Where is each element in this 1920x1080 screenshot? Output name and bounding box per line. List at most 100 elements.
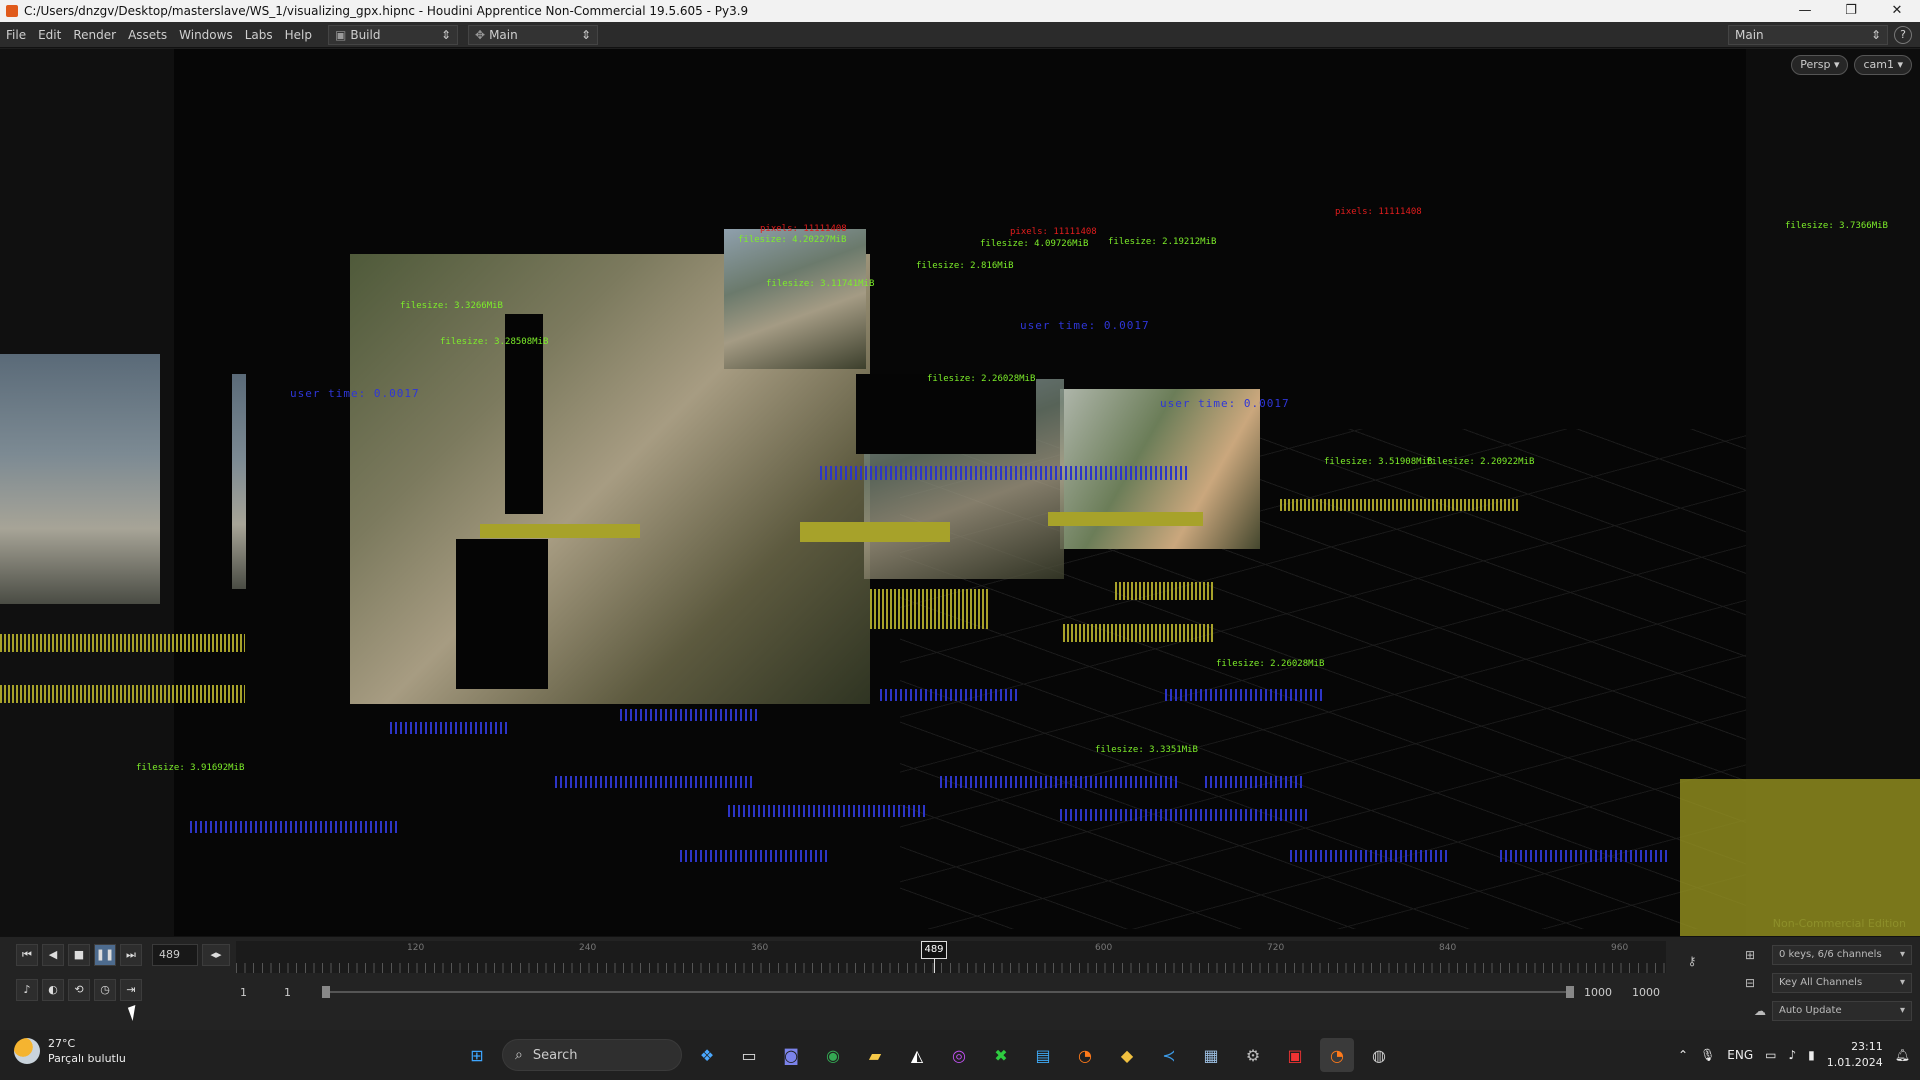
audio-icon[interactable]: ♪ — [16, 979, 38, 1001]
step-icon[interactable]: ⇥ — [120, 979, 142, 1001]
frame-range-slider[interactable] — [236, 983, 1666, 1001]
step-frame-icon[interactable]: ◂▸ — [202, 944, 230, 966]
cloud-icon[interactable]: ☁ — [1750, 1001, 1770, 1021]
widgets-icon[interactable]: ❖ — [690, 1038, 724, 1072]
battery-icon[interactable]: ▮ — [1808, 1048, 1815, 1062]
help-icon[interactable]: ? — [1894, 25, 1912, 44]
weather-widget[interactable]: 27°C Parçalı bulutlu — [14, 1036, 126, 1066]
windows-start-icon[interactable]: ⊞ — [460, 1038, 494, 1072]
file-explorer-icon[interactable]: ▰ — [858, 1038, 892, 1072]
sourcetree-icon[interactable]: ◆ — [1110, 1038, 1144, 1072]
windows-taskbar: 27°C Parçalı bulutlu ⊞ ⌕ Search ❖ ▭ ◙ ◉ … — [0, 1030, 1920, 1080]
microphone-icon[interactable]: 🎙︎ — [1700, 1048, 1715, 1062]
channel-icon[interactable]: ⊞ — [1740, 945, 1760, 965]
speaker-icon[interactable]: ◐ — [42, 979, 64, 1001]
shelf-select-main[interactable]: ✥ Main ⇕ — [468, 24, 598, 45]
filesize-label: filesize: 3.51908MiB — [1324, 457, 1433, 467]
notes-icon[interactable]: ▤ — [1026, 1038, 1060, 1072]
chevron-down-icon: ▾ — [1899, 1005, 1905, 1016]
chrome-icon[interactable]: ◉ — [816, 1038, 850, 1072]
key-icon[interactable]: ⚷ — [1682, 951, 1702, 971]
app-icon[interactable]: ◎ — [942, 1038, 976, 1072]
persp-menu-button[interactable]: Persp ▾ — [1791, 55, 1849, 75]
desktop-icon: ▣ — [335, 27, 347, 42]
yellow-bar — [1048, 512, 1203, 526]
menu-render[interactable]: Render — [67, 22, 122, 48]
blue-tick-row — [940, 776, 1180, 788]
vscode-icon[interactable]: ≺ — [1152, 1038, 1186, 1072]
unity-icon[interactable]: ◭ — [900, 1038, 934, 1072]
app-notify-icon[interactable]: ◍ — [1362, 1038, 1396, 1072]
timeline-label: 720 — [1267, 943, 1285, 953]
yellow-tick-row — [870, 589, 990, 629]
blue-tick-row — [620, 709, 760, 721]
pixels-label: pixels: 11111408 — [1010, 227, 1097, 237]
desktop-select-right[interactable]: Main ⇕ — [1728, 24, 1888, 45]
pdf-icon[interactable]: ▣ — [1278, 1038, 1312, 1072]
menu-edit[interactable]: Edit — [32, 22, 67, 48]
yellow-bar — [800, 522, 950, 542]
auto-update-menu[interactable]: Auto Update ▾ — [1772, 1001, 1912, 1021]
user-time-label: user time: 0.0017 — [1160, 397, 1290, 410]
filesize-label: filesize: 3.7366MiB — [1785, 221, 1888, 231]
realtime-icon[interactable]: ◷ — [94, 979, 116, 1001]
range-end-field[interactable]: 1000 — [1584, 983, 1612, 1003]
play-reverse-icon[interactable]: ◀ — [42, 944, 64, 966]
timeline-label: 600 — [1095, 943, 1113, 953]
notification-bell-icon[interactable]: 🔔︎ — [1895, 1048, 1910, 1062]
current-frame-field[interactable]: 489 — [152, 944, 198, 966]
keys-channels-menu[interactable]: 0 keys, 6/6 channels ▾ — [1772, 945, 1912, 965]
system-tray: ⌃ 🎙︎ ENG ▭ ♪ ▮ 23:11 1.01.2024 🔔︎ — [1678, 1030, 1910, 1080]
jump-end-icon[interactable]: ⏭ — [120, 944, 142, 966]
taskbar-search[interactable]: ⌕ Search — [502, 1039, 682, 1071]
chevron-updown-icon: ⇕ — [1870, 27, 1881, 42]
filesize-label: filesize: 3.3266MiB — [400, 301, 503, 311]
weather-temp: 27°C — [48, 1037, 76, 1050]
volume-icon[interactable]: ♪ — [1789, 1048, 1797, 1062]
pause-icon[interactable]: ❚❚ — [94, 944, 116, 966]
houdini-icon[interactable]: ◔ — [1068, 1038, 1102, 1072]
playbar: ⏮ ◀ ■ ❚❚ ⏭ 489 ◂▸ 120 240 360 480 600 72… — [0, 936, 1920, 1030]
menu-assets[interactable]: Assets — [122, 22, 173, 48]
houdini-app-icon — [6, 5, 18, 17]
filesize-label: filesize: 3.91692MiB — [136, 763, 245, 773]
keys-channels-label: 0 keys, 6/6 channels — [1779, 949, 1882, 960]
clock[interactable]: 23:11 1.01.2024 — [1827, 1039, 1883, 1071]
menu-help[interactable]: Help — [279, 22, 318, 48]
menu-windows[interactable]: Windows — [173, 22, 239, 48]
photo-plane — [232, 374, 246, 589]
close-button[interactable]: ✕ — [1874, 0, 1920, 22]
houdini-active-icon[interactable]: ◔ — [1320, 1038, 1354, 1072]
key-channels-icon[interactable]: ⊟ — [1740, 973, 1760, 993]
filesize-label: filesize: 3.3351MiB — [1095, 745, 1198, 755]
task-view-icon[interactable]: ▭ — [732, 1038, 766, 1072]
photo-plane — [724, 229, 866, 369]
chevron-up-icon[interactable]: ⌃ — [1678, 1048, 1688, 1062]
camera-menu-button[interactable]: cam1 ▾ — [1854, 55, 1912, 75]
timeline-slider[interactable]: 120 240 360 480 600 720 840 960 489 — [236, 941, 1666, 973]
maximize-button[interactable]: ❐ — [1828, 0, 1874, 22]
scene-viewport[interactable]: pixels: 11111408 pixels: 11111408 pixels… — [0, 49, 1920, 936]
blue-tick-row — [880, 689, 1020, 701]
menu-file[interactable]: File — [0, 22, 32, 48]
network-icon[interactable]: ▭ — [1765, 1048, 1776, 1062]
jump-start-icon[interactable]: ⏮ — [16, 944, 38, 966]
range-start-handle[interactable] — [322, 986, 330, 998]
menu-labs[interactable]: Labs — [239, 22, 279, 48]
stop-icon[interactable]: ■ — [68, 944, 90, 966]
teams-icon[interactable]: ◙ — [774, 1038, 808, 1072]
key-all-channels-menu[interactable]: Key All Channels ▾ — [1772, 973, 1912, 993]
blue-tick-row — [728, 805, 928, 817]
playhead[interactable]: 489 — [921, 941, 947, 959]
key-all-label: Key All Channels — [1779, 977, 1863, 988]
yellow-tick-row — [1063, 624, 1213, 642]
loop-icon[interactable]: ⟲ — [68, 979, 90, 1001]
display-icon[interactable]: ▦ — [1194, 1038, 1228, 1072]
desktop-select-build[interactable]: ▣ Build ⇕ — [328, 24, 458, 45]
minimize-button[interactable]: — — [1782, 0, 1828, 22]
xbox-icon[interactable]: ✖ — [984, 1038, 1018, 1072]
range-end-field-2[interactable]: 1000 — [1632, 983, 1660, 1003]
settings-icon[interactable]: ⚙ — [1236, 1038, 1270, 1072]
language-indicator[interactable]: ENG — [1727, 1048, 1753, 1062]
range-end-handle[interactable] — [1566, 986, 1574, 998]
